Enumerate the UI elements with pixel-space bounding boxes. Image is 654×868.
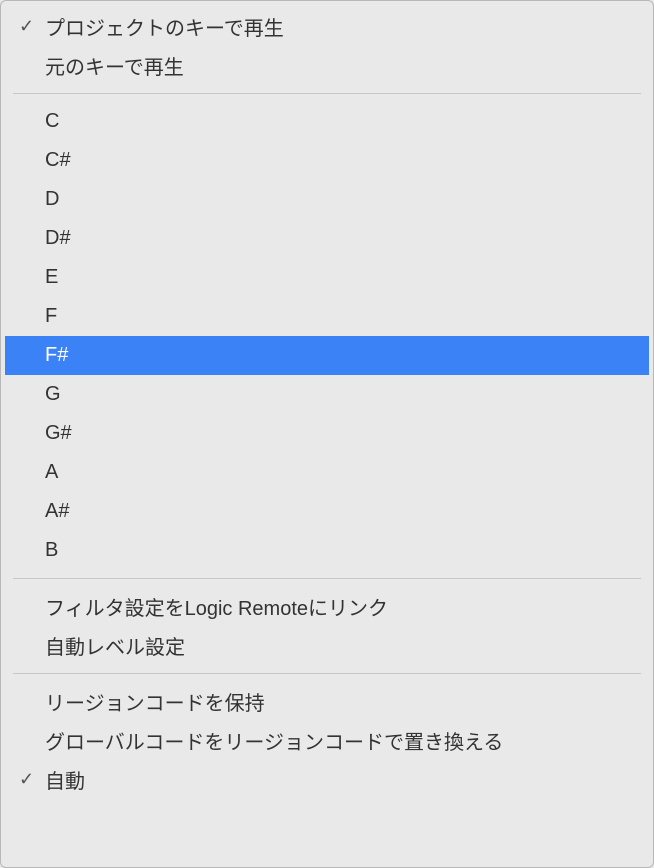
menu-item-key-a[interactable]: A — [1, 453, 653, 492]
menu-item-key-c[interactable]: C — [1, 102, 653, 141]
menu-item-play-original-key[interactable]: 元のキーで再生 — [1, 46, 653, 85]
menu-item-label: C# — [45, 149, 71, 172]
menu-item-key-gsharp[interactable]: G# — [1, 414, 653, 453]
checkmark-icon: ✓ — [19, 16, 45, 37]
menu-item-label: A# — [45, 500, 69, 523]
menu-item-label: B — [45, 539, 58, 562]
menu-item-label: G — [45, 383, 61, 406]
menu-item-label: D — [45, 188, 59, 211]
menu-item-label: 自動レベル設定 — [45, 631, 185, 660]
menu-separator — [13, 578, 641, 579]
checkmark-icon: ✓ — [19, 769, 45, 790]
menu-item-label: E — [45, 266, 58, 289]
menu-item-replace-global-with-region-chord[interactable]: グローバルコードをリージョンコードで置き換える — [1, 721, 653, 760]
menu-item-keep-region-chord[interactable]: リージョンコードを保持 — [1, 682, 653, 721]
menu-separator — [13, 673, 641, 674]
menu-item-key-g[interactable]: G — [1, 375, 653, 414]
menu-separator — [13, 93, 641, 94]
menu-item-key-d[interactable]: D — [1, 180, 653, 219]
menu-item-key-fsharp[interactable]: F# — [5, 336, 649, 375]
menu-item-key-b[interactable]: B — [1, 531, 653, 570]
context-menu: ✓ プロジェクトのキーで再生 元のキーで再生 C C# D D# E F F# … — [1, 7, 653, 799]
menu-item-label: C — [45, 110, 59, 133]
menu-item-label: グローバルコードをリージョンコードで置き換える — [45, 726, 503, 755]
menu-item-label: A — [45, 461, 58, 484]
menu-item-key-asharp[interactable]: A# — [1, 492, 653, 531]
menu-item-key-e[interactable]: E — [1, 258, 653, 297]
menu-item-auto[interactable]: ✓ 自動 — [1, 760, 653, 799]
menu-item-key-csharp[interactable]: C# — [1, 141, 653, 180]
menu-item-label: D# — [45, 227, 71, 250]
menu-item-label: リージョンコードを保持 — [45, 687, 265, 716]
menu-item-label: フィルタ設定をLogic Remoteにリンク — [45, 592, 388, 621]
menu-item-play-project-key[interactable]: ✓ プロジェクトのキーで再生 — [1, 7, 653, 46]
menu-item-key-dsharp[interactable]: D# — [1, 219, 653, 258]
menu-item-label: F# — [45, 344, 68, 367]
menu-item-key-f[interactable]: F — [1, 297, 653, 336]
menu-item-label: F — [45, 305, 57, 328]
menu-item-auto-level[interactable]: 自動レベル設定 — [1, 626, 653, 665]
menu-item-link-filter-logic-remote[interactable]: フィルタ設定をLogic Remoteにリンク — [1, 587, 653, 626]
menu-item-label: G# — [45, 422, 72, 445]
menu-item-label: 自動 — [45, 765, 85, 794]
menu-item-label: プロジェクトのキーで再生 — [45, 12, 284, 41]
menu-item-label: 元のキーで再生 — [45, 51, 184, 80]
